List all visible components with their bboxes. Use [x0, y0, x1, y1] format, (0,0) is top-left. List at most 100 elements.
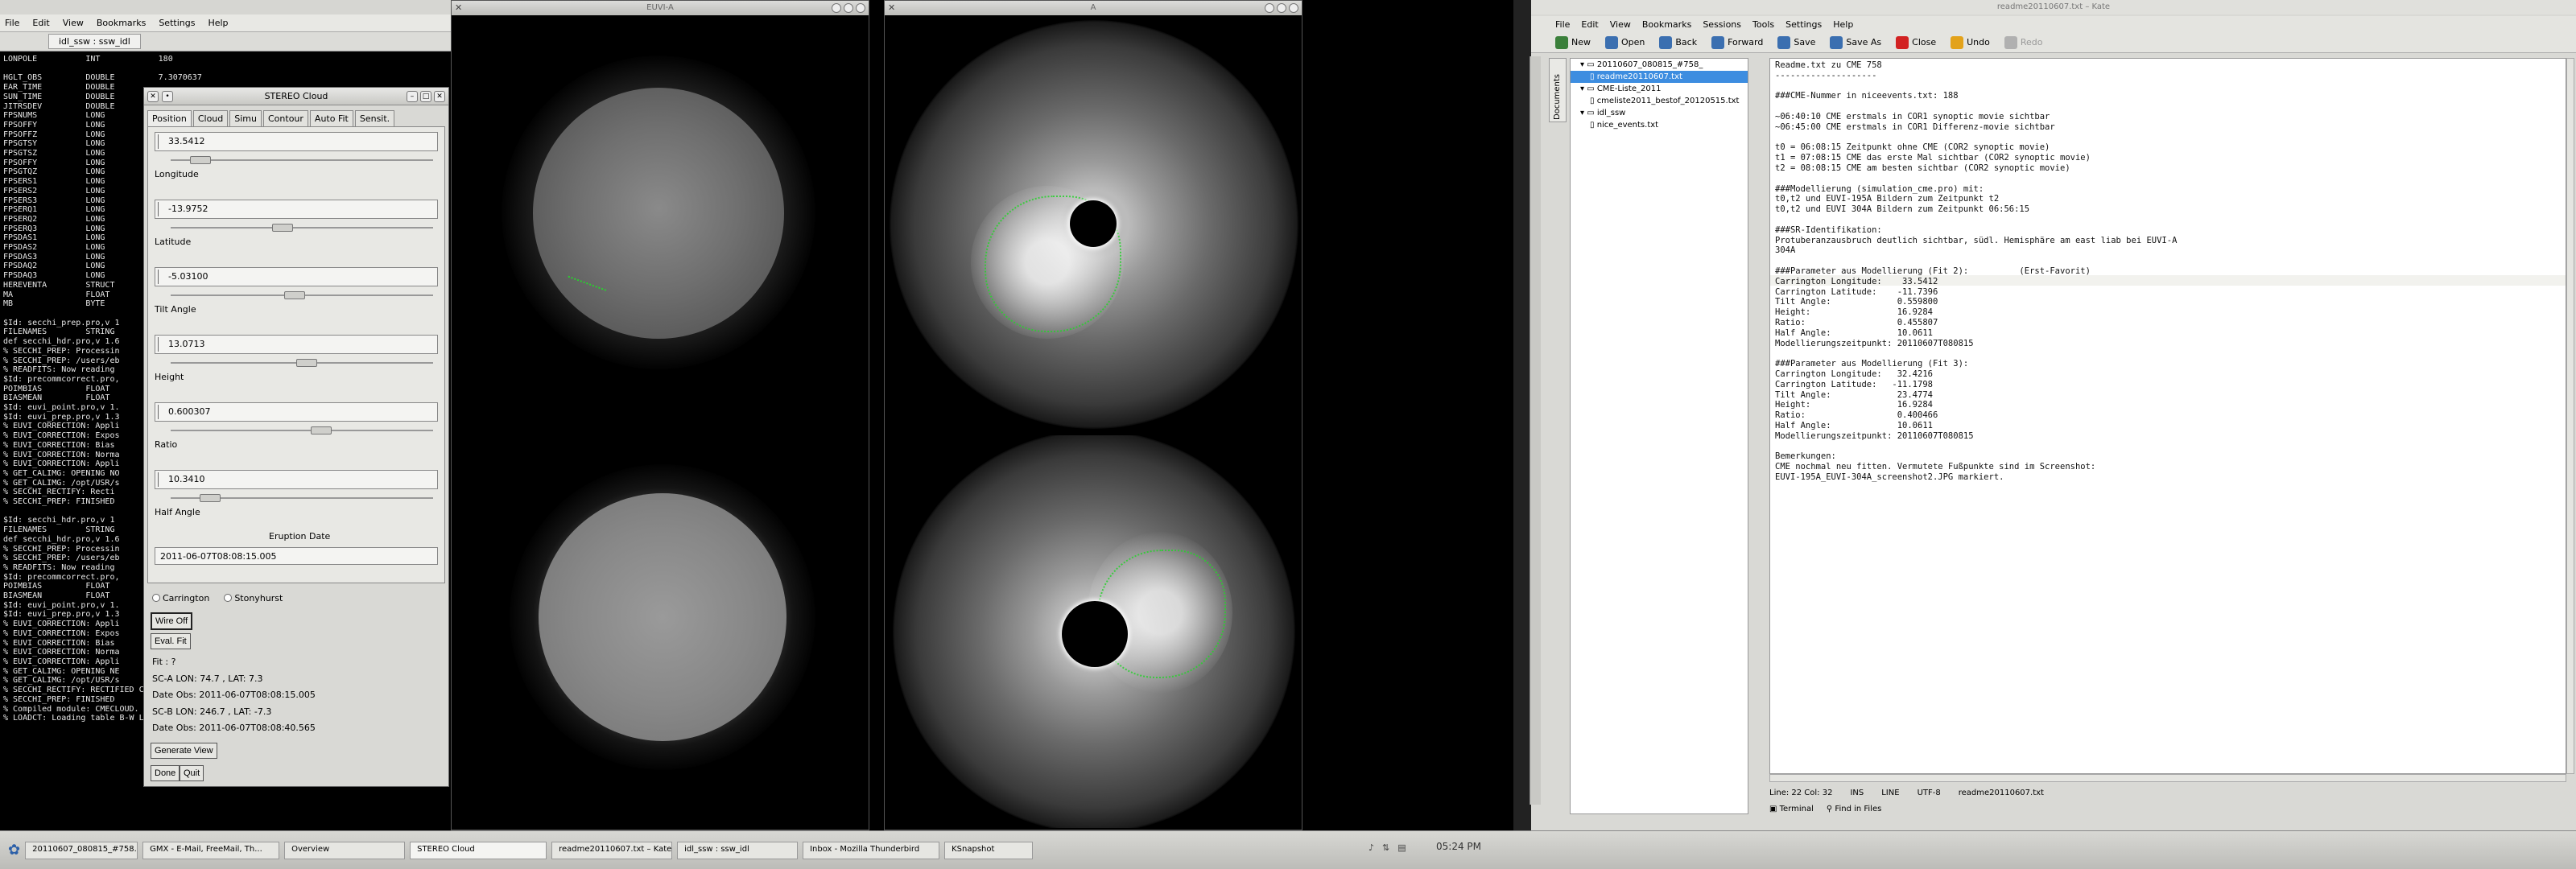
- terminal-menu-view[interactable]: View: [63, 18, 84, 28]
- volume-icon[interactable]: ♪: [1368, 842, 1374, 853]
- eruption-date-field[interactable]: 2011-06-07T08:08:15.005: [155, 547, 438, 565]
- eval-fit-button[interactable]: Eval. Fit: [151, 633, 191, 649]
- kde-menu-icon[interactable]: ✿: [8, 842, 20, 859]
- documents-side-tab[interactable]: Documents: [1549, 58, 1567, 122]
- maximize-icon[interactable]: [1277, 3, 1286, 13]
- kate-menu-tools[interactable]: Tools: [1752, 19, 1774, 30]
- window-menu-icon[interactable]: ✕: [147, 91, 159, 102]
- toolbar-save-as-button[interactable]: Save As: [1830, 35, 1881, 49]
- tab-simu[interactable]: Simu: [229, 110, 262, 126]
- tree-item[interactable]: ▾ ▭ idl_ssw: [1571, 107, 1748, 119]
- terminal-menu-settings[interactable]: Settings: [159, 18, 195, 28]
- latitude-field[interactable]: -13.9752: [155, 200, 438, 219]
- toolbar-close-button[interactable]: Close: [1896, 35, 1936, 49]
- done-button[interactable]: Done: [151, 765, 180, 781]
- kate-titlebar[interactable]: readme20110607.txt – Kate: [1531, 0, 2576, 14]
- taskbar-item[interactable]: 20110607_080815_#758...: [25, 841, 138, 859]
- half-angle-slider[interactable]: [155, 494, 438, 502]
- terminal-tool-tab[interactable]: ▣ Terminal: [1769, 805, 1814, 813]
- editor-vertical-scrollbar[interactable]: [2566, 58, 2574, 774]
- terminal-titlebar[interactable]: [0, 0, 451, 14]
- kate-menu-view[interactable]: View: [1610, 19, 1631, 30]
- kate-menu-bookmarks[interactable]: Bookmarks: [1642, 19, 1691, 30]
- height-slider-knob[interactable]: [296, 359, 317, 367]
- taskbar-item[interactable]: STEREO Cloud: [410, 841, 547, 859]
- toolbar-open-button[interactable]: Open: [1605, 35, 1645, 49]
- editor-area[interactable]: Readme.txt zu CME 758 -------------------…: [1769, 58, 2566, 774]
- quit-button[interactable]: Quit: [180, 765, 204, 781]
- taskbar-item[interactable]: idl_ssw : ssw_idl: [677, 841, 799, 859]
- tilt-slider[interactable]: [155, 291, 438, 299]
- wire-off-button[interactable]: Wire Off: [151, 612, 193, 630]
- clock[interactable]: 05:24 PM: [1436, 841, 1481, 852]
- kate-menu-edit[interactable]: Edit: [1581, 19, 1598, 30]
- half-angle-slider-knob[interactable]: [200, 494, 221, 502]
- terminal-scrollbar[interactable]: [1530, 56, 1541, 805]
- latitude-slider[interactable]: [155, 224, 438, 232]
- tilt-slider-knob[interactable]: [284, 291, 305, 299]
- cor-upper-image[interactable]: [886, 17, 1300, 432]
- taskbar-item[interactable]: KSnapshot: [944, 841, 1034, 859]
- radio-carrington-dot[interactable]: [152, 594, 160, 602]
- tree-item[interactable]: ▯ nice_events.txt: [1571, 119, 1748, 131]
- maximize-icon[interactable]: □: [420, 91, 431, 102]
- close-icon[interactable]: [856, 3, 865, 13]
- generate-view-button[interactable]: Generate View: [151, 743, 217, 759]
- longitude-slider[interactable]: [155, 156, 438, 164]
- radio-stonyhurst[interactable]: Stonyhurst: [224, 593, 283, 603]
- tree-item[interactable]: ▾ ▭ CME-Liste_2011: [1571, 83, 1748, 95]
- cor-titlebar[interactable]: ✕ A: [885, 1, 1302, 15]
- encoding[interactable]: UTF-8: [1918, 789, 1941, 797]
- euvi-titlebar[interactable]: ✕ EUVI-A: [452, 1, 869, 15]
- toolbar-undo-button[interactable]: Undo: [1951, 35, 1990, 49]
- kate-menu-help[interactable]: Help: [1833, 19, 1853, 30]
- toolbar-back-button[interactable]: Back: [1659, 35, 1697, 49]
- kate-menu-settings[interactable]: Settings: [1785, 19, 1822, 30]
- longitude-slider-knob[interactable]: [190, 156, 211, 164]
- ratio-slider-knob[interactable]: [311, 426, 332, 434]
- terminal-menu-file[interactable]: File: [5, 18, 19, 28]
- terminal-tab[interactable]: idl_ssw : ssw_idl: [48, 34, 141, 49]
- minimize-icon[interactable]: –: [407, 91, 418, 102]
- euvi-304-image[interactable]: [453, 429, 867, 830]
- toolbar-new-button[interactable]: New: [1555, 35, 1591, 49]
- toolbar-save-button[interactable]: Save: [1777, 35, 1815, 49]
- close-icon[interactable]: ✕: [434, 91, 445, 102]
- euvi-195-image[interactable]: [453, 17, 867, 426]
- maximize-icon[interactable]: [844, 3, 853, 13]
- tab-position[interactable]: Position: [147, 110, 192, 126]
- taskbar-item[interactable]: GMX - E-Mail, FreeMail, Th...: [142, 841, 280, 859]
- taskbar-item[interactable]: Inbox - Mozilla Thunderbird: [803, 841, 940, 859]
- height-slider[interactable]: [155, 359, 438, 367]
- kate-menu-file[interactable]: File: [1555, 19, 1570, 30]
- cor-lower-image[interactable]: [886, 435, 1300, 828]
- radio-stonyhurst-dot[interactable]: [224, 594, 233, 602]
- insert-mode[interactable]: INS: [1850, 789, 1864, 797]
- pin-icon[interactable]: •: [162, 91, 173, 102]
- latitude-slider-knob[interactable]: [272, 224, 293, 232]
- selection-mode[interactable]: LINE: [1881, 789, 1899, 797]
- close-icon[interactable]: [1289, 3, 1298, 13]
- radio-carrington[interactable]: Carrington: [152, 593, 209, 603]
- network-icon[interactable]: ⇅: [1382, 842, 1389, 853]
- half-angle-field[interactable]: 10.3410: [155, 470, 438, 489]
- taskbar-item[interactable]: readme20110607.txt – Kate: [551, 841, 673, 859]
- editor-text[interactable]: Readme.txt zu CME 758 -------------------…: [1775, 60, 2177, 483]
- minimize-icon[interactable]: [832, 3, 841, 13]
- taskbar-item[interactable]: Overview: [284, 841, 406, 859]
- ratio-field[interactable]: 0.600307: [155, 402, 438, 422]
- toolbar-forward-button[interactable]: Forward: [1711, 35, 1763, 49]
- height-field[interactable]: 13.0713: [155, 335, 438, 354]
- tilt-field[interactable]: -5.03100: [155, 267, 438, 286]
- kate-menu-sessions[interactable]: Sessions: [1703, 19, 1741, 30]
- tab-contour[interactable]: Contour: [263, 110, 308, 126]
- tree-item[interactable]: ▯ readme20110607.txt: [1571, 71, 1748, 83]
- window-menu-icon[interactable]: ✕: [888, 1, 895, 15]
- tab-auto-fit[interactable]: Auto Fit: [309, 110, 353, 126]
- tree-item[interactable]: ▯ cmeliste2011_bestof_20120515.txt: [1571, 95, 1748, 107]
- tab-cloud[interactable]: Cloud: [192, 110, 229, 126]
- minimize-icon[interactable]: [1265, 3, 1274, 13]
- clipboard-icon[interactable]: ▤: [1397, 842, 1406, 853]
- find-in-files-tab[interactable]: ⚲ Find in Files: [1827, 805, 1881, 813]
- terminal-menu-edit[interactable]: Edit: [32, 18, 49, 28]
